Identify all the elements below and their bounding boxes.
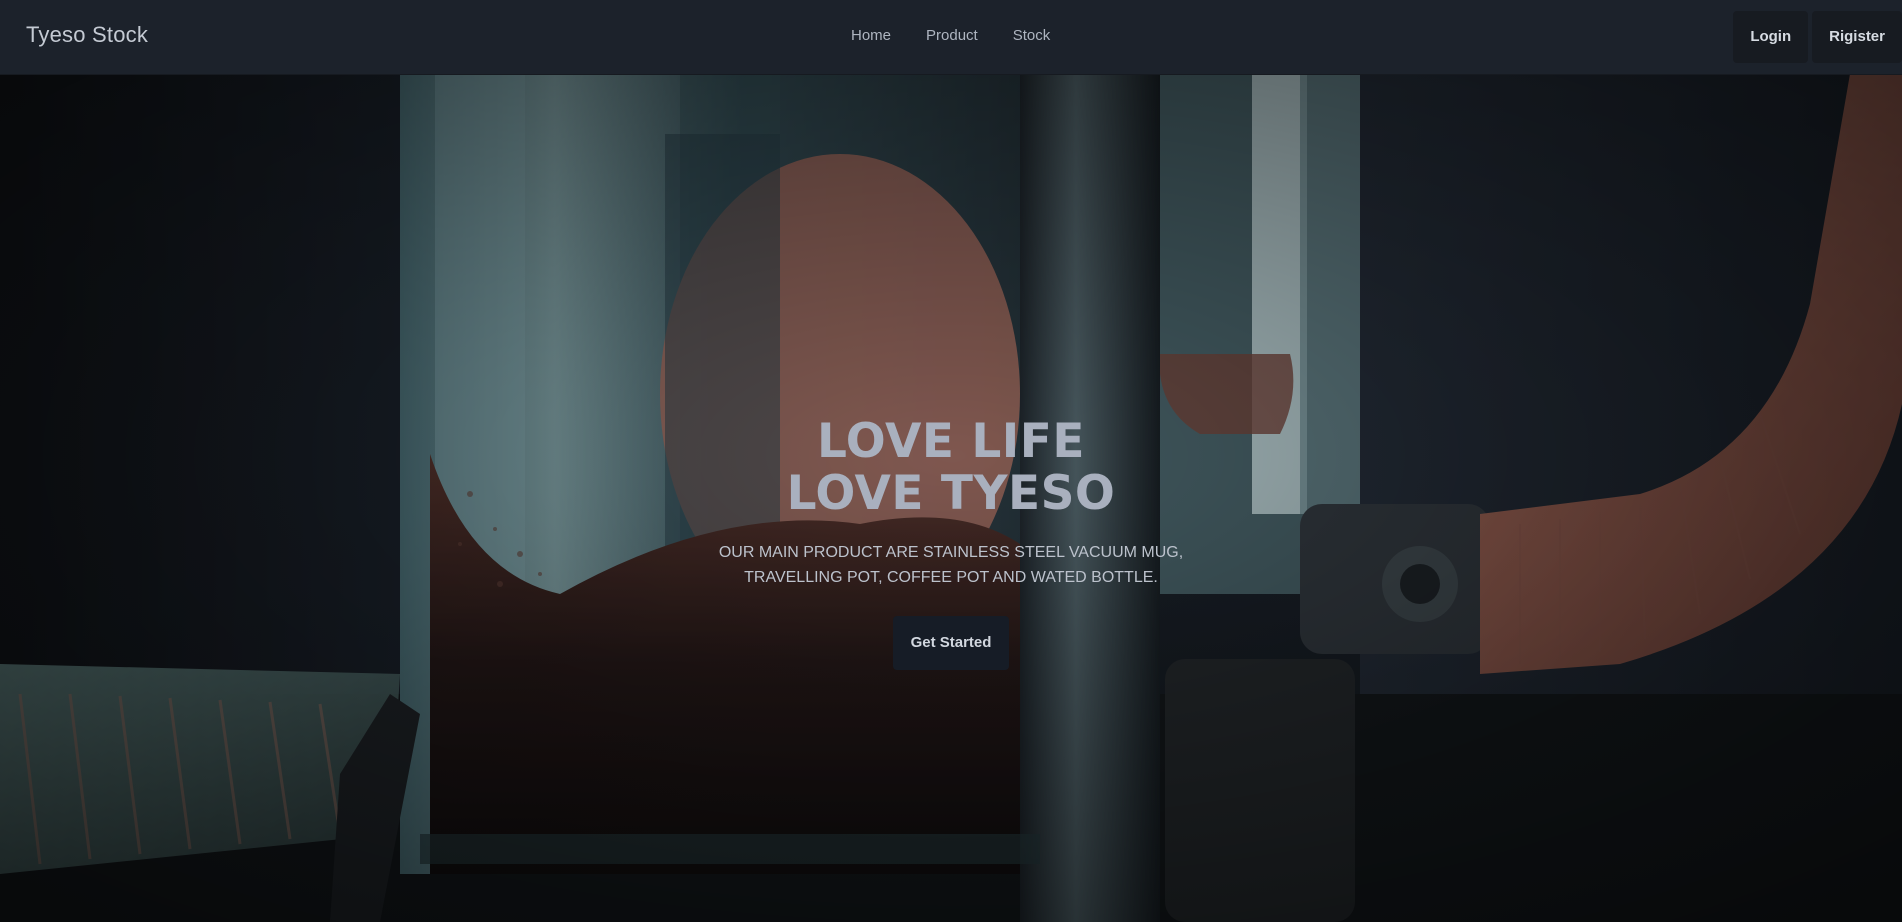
get-started-button[interactable]: Get Started [893, 616, 1009, 670]
brand-logo-text[interactable]: Tyeso Stock [26, 22, 148, 48]
main-nav: Home Product Stock [851, 27, 1050, 44]
hero-section: LOVE LIFE LOVE TYESO OUR MAIN PRODUCT AR… [0, 74, 1902, 922]
nav-link-home[interactable]: Home [851, 27, 891, 44]
auth-buttons: Login Rigister [1733, 11, 1902, 63]
hero-headline-line1: LOVE LIFE [817, 414, 1085, 469]
nav-link-stock[interactable]: Stock [1013, 27, 1051, 44]
register-button[interactable]: Rigister [1812, 11, 1902, 63]
nav-link-product[interactable]: Product [926, 27, 978, 44]
landing-page: Tyeso Stock Home Product Stock Login Rig… [0, 0, 1902, 922]
hero-subtitle-line2: TRAVELLING POT, COFFEE POT AND WATED BOT… [744, 569, 1158, 586]
hero-subtitle-line1: OUR MAIN PRODUCT ARE STAINLESS STEEL VAC… [718, 544, 1184, 561]
login-button[interactable]: Login [1733, 11, 1809, 63]
hero-headline-line2: LOVE TYESO [786, 466, 1116, 521]
top-navbar: Tyeso Stock Home Product Stock Login Rig… [0, 0, 1902, 75]
